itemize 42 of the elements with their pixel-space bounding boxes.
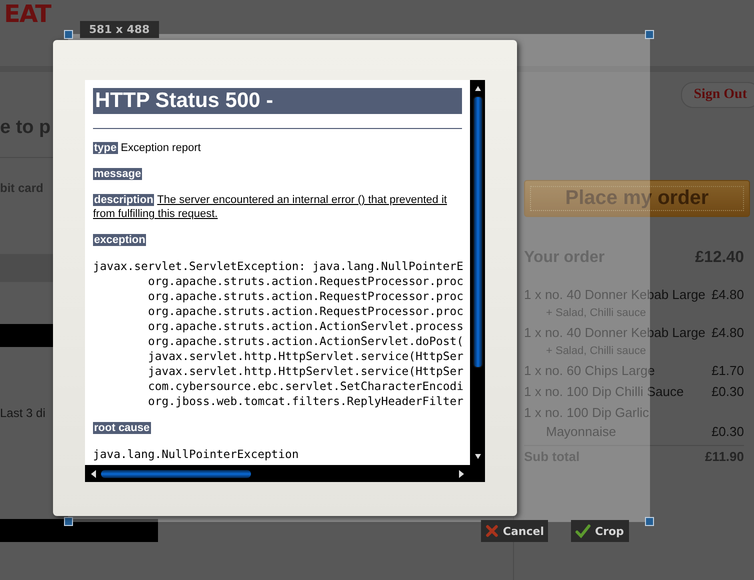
selection-size: 581 x 488: [80, 21, 159, 38]
cancel-button[interactable]: Cancel: [481, 520, 548, 542]
crop-handle[interactable]: [64, 30, 73, 39]
scroll-up-icon[interactable]: [474, 84, 482, 92]
stack-trace-line: org.apache.struts.action.ActionServlet.doPost(: [147, 334, 462, 349]
scrollbar-thumb[interactable]: [472, 96, 482, 368]
stack-trace-line: java.lang.NullPointerException: [93, 447, 300, 462]
stack-trace-line: javax.servlet.ServletException: java.lang.NullPointerE: [93, 259, 462, 274]
horizontal-scrollbar[interactable]: [85, 465, 470, 482]
logo: EAT: [4, 2, 50, 26]
stack-trace-line: javax.servlet.http.HttpServlet.service(HttpSer: [147, 349, 462, 364]
order-item-price: £0.30: [711, 383, 744, 401]
order-item-price: £4.80: [711, 286, 744, 304]
error-field: message: [93, 167, 462, 181]
order-item-price: £4.80: [711, 324, 744, 342]
scroll-left-icon[interactable]: [89, 470, 97, 478]
order-item-price: £0.30: [711, 423, 744, 441]
error-field: type Exception report: [93, 141, 462, 155]
stack-trace-line: org.apache.struts.action.RequestProcessor.proc: [147, 289, 462, 304]
crop-handle[interactable]: [645, 517, 654, 526]
stack-trace-line: org.apache.struts.action.RequestProcessor.proc: [147, 304, 462, 319]
stack-trace-line: org.jboss.web.tomcat.filters.ReplyHeaderFilter: [147, 394, 462, 409]
stack-trace-line: javax.servlet.http.HttpServlet.service(HttpSer: [147, 364, 462, 379]
page-bar: [0, 324, 53, 347]
crop-handle[interactable]: [64, 517, 73, 526]
field-hint: Last 3 di: [0, 407, 46, 419]
vertical-scrollbar[interactable]: [470, 80, 485, 465]
crop-handle[interactable]: [645, 30, 654, 39]
order-item-price: £1.70: [711, 362, 744, 380]
close-icon: [485, 523, 499, 539]
field-label: exception: [93, 234, 146, 246]
scroll-down-icon[interactable]: [474, 453, 482, 461]
stack-trace-line: com.cybersource.ebc.servlet.SetCharacterEncodi: [147, 379, 462, 394]
error-field: description The server encountered an internal error () that prevented it from fulfilling this request.: [93, 193, 462, 221]
checkmark-icon: [575, 523, 591, 539]
crop-button[interactable]: Crop: [571, 520, 629, 542]
stack-trace-line: org.apache.struts.action.ActionServlet.process: [147, 319, 462, 334]
stack-trace-line: org.apache.struts.action.RequestProcessor.proc: [147, 274, 462, 289]
scrollbar-thumb[interactable]: [101, 470, 251, 478]
scroll-right-icon[interactable]: [458, 470, 466, 478]
error-title: HTTP Status 500 -: [93, 88, 462, 114]
field-label: root cause: [93, 422, 151, 434]
